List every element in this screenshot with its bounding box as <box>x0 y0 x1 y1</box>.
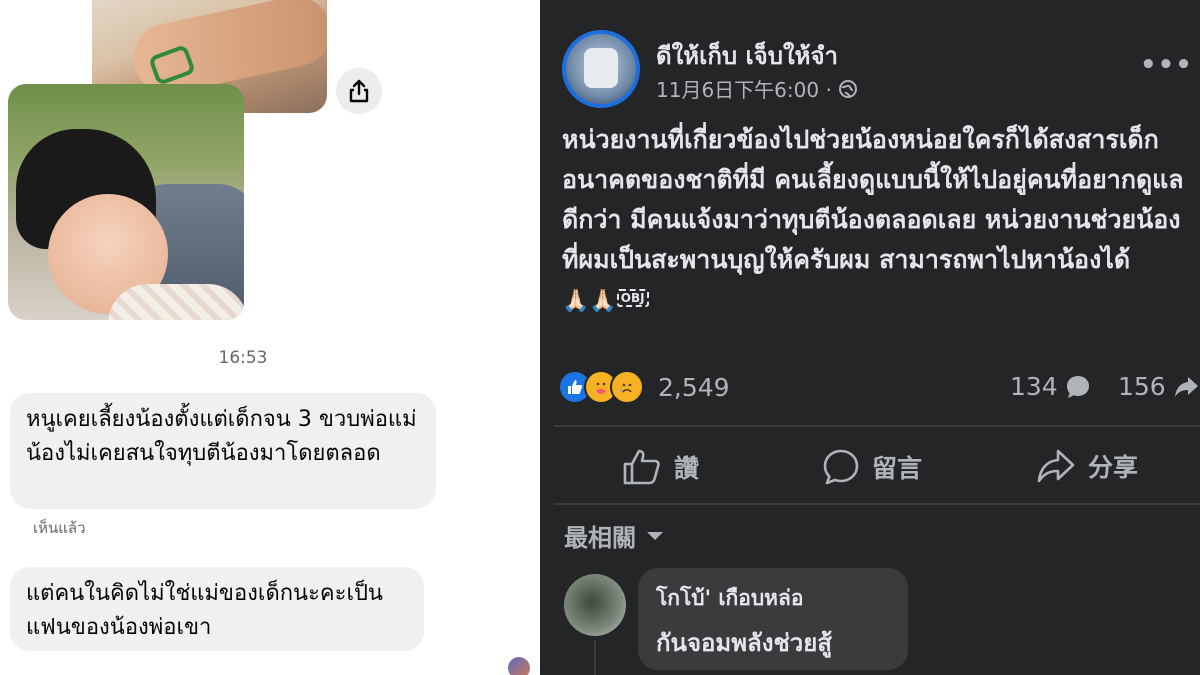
comment-thread-line <box>594 640 596 675</box>
message-bubble[interactable]: หนูเคยเลี้ยงน้องตั้งแต่เด็กจน 3 ขวบพ่อแม… <box>10 393 436 509</box>
commenter-avatar[interactable] <box>564 574 626 636</box>
globe-icon <box>838 79 857 98</box>
author-avatar[interactable] <box>562 30 640 108</box>
thumbs-up-icon <box>623 449 660 485</box>
share-count-value: 156 <box>1118 372 1166 401</box>
facebook-post-panel: ดีให้เก็บ เจ็บให้จำ 11月6日下午6:00 · ••• หน… <box>540 0 1200 675</box>
comment-text: กันจอมพลังช่วยสู้ <box>656 629 832 657</box>
comment-bubble[interactable]: โกโบ้' เกือบหล่อ กันจอมพลังช่วยสู้ <box>638 568 908 670</box>
comment-count[interactable]: 134 <box>1010 372 1092 401</box>
post-timestamp[interactable]: 11月6日下午6:00 · <box>656 74 832 103</box>
comment-icon <box>823 449 859 485</box>
like-label: 讚 <box>674 454 700 483</box>
divider <box>554 425 1200 427</box>
pray-emoji: 🙏🏻🙏🏻 <box>562 289 617 314</box>
sad-reaction-icon <box>610 370 644 404</box>
comment-label: 留言 <box>872 454 923 483</box>
share-button[interactable] <box>336 68 382 114</box>
reaction-count: 2,549 <box>658 372 730 402</box>
chevron-down-icon <box>647 531 663 540</box>
more-options-button[interactable]: ••• <box>1140 50 1193 80</box>
share-arrow-outline-icon <box>1037 449 1075 483</box>
messenger-panel: 16:53 หนูเคยเลี้ยงน้องตั้งแต่เด็กจน 3 ขว… <box>0 0 540 675</box>
share-icon <box>349 79 369 103</box>
post-text: หน่วยงานที่เกี่ยวข้องไปช่วยน้องหน่อยใครก… <box>562 125 1184 274</box>
post-body: หน่วยงานที่เกี่ยวข้องไปช่วยน้องหน่อยใครก… <box>562 120 1192 322</box>
avatar-figure <box>584 48 618 88</box>
divider <box>554 503 1200 505</box>
photo-child-dress <box>108 284 244 320</box>
sort-label: 最相關 <box>564 524 636 552</box>
share-count[interactable]: 156 <box>1118 372 1200 401</box>
comment-button[interactable]: 留言 <box>822 448 922 486</box>
message-bubble[interactable]: แต่คนในคิดไม่ใช่แม่ของเด็กนะคะเป็นแฟนของ… <box>10 567 424 651</box>
post-author-name[interactable]: ดีให้เก็บ เจ็บให้จำ <box>656 36 838 75</box>
message-timestamp: 16:53 <box>218 348 268 368</box>
post-meta: 11月6日下午6:00 · <box>656 74 858 103</box>
reaction-summary[interactable]: 2,549 <box>558 370 730 404</box>
object-replacement-glyph: OBJ <box>616 289 649 307</box>
comment-bubble-icon <box>1066 375 1089 398</box>
comment-count-value: 134 <box>1010 372 1058 401</box>
comment-sort-dropdown[interactable]: 最相關 <box>564 518 664 553</box>
share-post-button[interactable]: 分享 <box>1036 448 1138 484</box>
like-button[interactable]: 讚 <box>622 448 699 486</box>
seen-status: เห็นแล้ว <box>33 519 86 537</box>
shared-photo-child[interactable] <box>8 84 244 320</box>
share-label: 分享 <box>1088 453 1139 482</box>
comment-author[interactable]: โกโบ้' เกือบหล่อ <box>656 582 890 615</box>
read-receipt-avatar <box>508 657 530 675</box>
share-arrow-icon <box>1174 376 1198 397</box>
